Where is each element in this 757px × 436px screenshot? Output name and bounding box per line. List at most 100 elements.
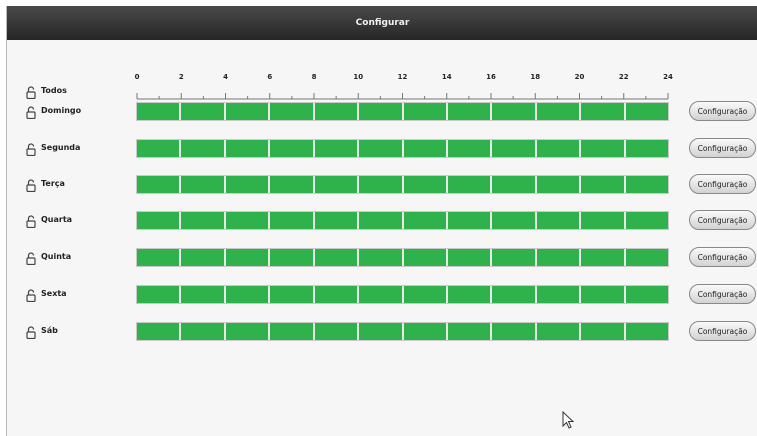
schedule-segment[interactable] — [270, 249, 315, 266]
schedule-segment[interactable] — [181, 249, 226, 266]
schedule-segment[interactable] — [270, 176, 315, 193]
schedule-segment[interactable] — [403, 286, 448, 303]
schedule-segment[interactable] — [314, 103, 360, 120]
schedule-segment[interactable] — [314, 323, 360, 340]
schedule-segment[interactable] — [137, 176, 182, 193]
schedule-segment[interactable] — [492, 103, 537, 120]
schedule-segment[interactable] — [225, 140, 271, 157]
schedule-segment[interactable] — [137, 212, 182, 229]
schedule-segment[interactable] — [403, 140, 448, 157]
configure-button[interactable]: Configuração — [689, 321, 756, 341]
schedule-segment[interactable] — [270, 140, 315, 157]
schedule-segment[interactable] — [137, 323, 182, 340]
schedule-segment[interactable] — [359, 140, 404, 157]
configure-button[interactable]: Configuração — [689, 210, 756, 230]
lock-icon[interactable] — [26, 86, 36, 99]
schedule-bar[interactable] — [136, 285, 669, 304]
schedule-segment[interactable] — [359, 212, 404, 229]
lock-icon[interactable] — [26, 289, 36, 302]
schedule-segment[interactable] — [403, 323, 448, 340]
schedule-segment[interactable] — [447, 323, 493, 340]
schedule-segment[interactable] — [314, 249, 360, 266]
schedule-segment[interactable] — [359, 103, 404, 120]
schedule-segment[interactable] — [581, 323, 626, 340]
schedule-segment[interactable] — [581, 176, 626, 193]
schedule-segment[interactable] — [581, 212, 626, 229]
schedule-segment[interactable] — [314, 140, 360, 157]
schedule-segment[interactable] — [137, 249, 182, 266]
schedule-segment[interactable] — [581, 249, 626, 266]
schedule-segment[interactable] — [225, 323, 271, 340]
schedule-segment[interactable] — [492, 140, 537, 157]
schedule-segment[interactable] — [625, 103, 669, 120]
schedule-segment[interactable] — [181, 103, 226, 120]
schedule-segment[interactable] — [225, 176, 271, 193]
schedule-segment[interactable] — [270, 286, 315, 303]
schedule-segment[interactable] — [359, 249, 404, 266]
lock-icon[interactable] — [26, 106, 36, 119]
schedule-segment[interactable] — [314, 212, 360, 229]
schedule-segment[interactable] — [536, 212, 582, 229]
schedule-segment[interactable] — [403, 103, 448, 120]
schedule-segment[interactable] — [181, 140, 226, 157]
schedule-segment[interactable] — [447, 286, 493, 303]
schedule-segment[interactable] — [137, 103, 182, 120]
schedule-segment[interactable] — [447, 176, 493, 193]
configure-button[interactable]: Configuração — [689, 247, 756, 267]
schedule-segment[interactable] — [181, 286, 226, 303]
schedule-segment[interactable] — [492, 176, 537, 193]
schedule-segment[interactable] — [581, 103, 626, 120]
schedule-segment[interactable] — [447, 249, 493, 266]
schedule-segment[interactable] — [314, 286, 360, 303]
schedule-segment[interactable] — [270, 212, 315, 229]
schedule-segment[interactable] — [359, 286, 404, 303]
schedule-segment[interactable] — [403, 176, 448, 193]
schedule-segment[interactable] — [270, 323, 315, 340]
schedule-segment[interactable] — [492, 286, 537, 303]
schedule-bar[interactable] — [136, 175, 669, 194]
configure-button[interactable]: Configuração — [689, 138, 756, 158]
configure-button[interactable]: Configuração — [689, 101, 756, 121]
configure-button[interactable]: Configuração — [689, 284, 756, 304]
lock-icon[interactable] — [26, 215, 36, 228]
schedule-segment[interactable] — [225, 212, 271, 229]
schedule-segment[interactable] — [447, 103, 493, 120]
schedule-segment[interactable] — [447, 140, 493, 157]
schedule-segment[interactable] — [181, 212, 226, 229]
schedule-segment[interactable] — [137, 140, 182, 157]
lock-icon[interactable] — [26, 143, 36, 156]
schedule-segment[interactable] — [581, 286, 626, 303]
schedule-segment[interactable] — [536, 323, 582, 340]
schedule-segment[interactable] — [403, 249, 448, 266]
schedule-bar[interactable] — [136, 139, 669, 158]
schedule-bar[interactable] — [136, 322, 669, 341]
schedule-bar[interactable] — [136, 248, 669, 267]
schedule-segment[interactable] — [403, 212, 448, 229]
schedule-segment[interactable] — [270, 103, 315, 120]
schedule-segment[interactable] — [181, 176, 226, 193]
schedule-segment[interactable] — [625, 140, 669, 157]
schedule-segment[interactable] — [625, 176, 669, 193]
schedule-segment[interactable] — [137, 286, 182, 303]
schedule-segment[interactable] — [536, 103, 582, 120]
schedule-segment[interactable] — [625, 212, 669, 229]
lock-icon[interactable] — [26, 252, 36, 265]
lock-icon[interactable] — [26, 179, 36, 192]
schedule-segment[interactable] — [447, 212, 493, 229]
schedule-segment[interactable] — [359, 323, 404, 340]
schedule-segment[interactable] — [225, 103, 271, 120]
schedule-segment[interactable] — [536, 249, 582, 266]
schedule-segment[interactable] — [625, 323, 669, 340]
schedule-segment[interactable] — [492, 249, 537, 266]
schedule-segment[interactable] — [581, 140, 626, 157]
schedule-bar[interactable] — [136, 102, 669, 121]
schedule-segment[interactable] — [359, 176, 404, 193]
schedule-segment[interactable] — [536, 176, 582, 193]
schedule-segment[interactable] — [625, 286, 669, 303]
schedule-segment[interactable] — [181, 323, 226, 340]
lock-icon[interactable] — [26, 326, 36, 339]
schedule-segment[interactable] — [492, 212, 537, 229]
schedule-segment[interactable] — [625, 249, 669, 266]
schedule-segment[interactable] — [314, 176, 360, 193]
schedule-segment[interactable] — [225, 286, 271, 303]
